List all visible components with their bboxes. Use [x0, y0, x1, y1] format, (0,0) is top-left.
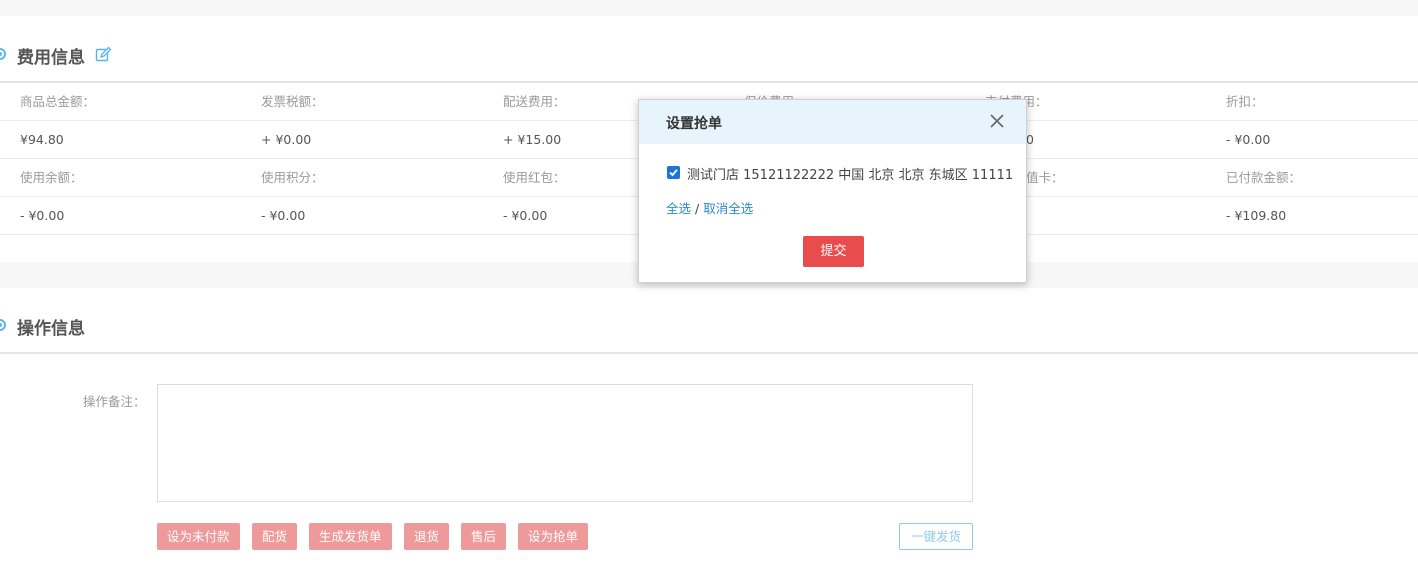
store-option-label[interactable]: 测试门店 15121122222 中国 北京 北京 东城区 11111	[687, 164, 1013, 183]
after-sales-button[interactable]: 售后	[461, 523, 507, 550]
note-label: 操作备注：	[83, 394, 146, 409]
return-button[interactable]: 退货	[404, 523, 450, 550]
fee-label: 使用余额：	[20, 170, 83, 185]
fee-label: 配送费用：	[503, 94, 566, 109]
note-textarea[interactable]	[157, 384, 973, 502]
fee-value: - ¥0.00	[503, 208, 548, 223]
fee-value: + ¥15.00	[503, 132, 562, 147]
set-grab-order-button[interactable]: 设为抢单	[518, 523, 589, 550]
fee-value-partial-payment: 0	[1026, 132, 1034, 147]
fee-value: - ¥0.00	[1226, 132, 1271, 147]
modal-header: 设置抢单	[639, 100, 1026, 144]
edit-icon[interactable]	[95, 46, 112, 63]
fee-label: 折扣：	[1226, 94, 1264, 109]
op-section-title: 操作信息	[17, 319, 85, 339]
select-all-link[interactable]: 全选	[666, 201, 691, 216]
fee-section-header: 费用信息	[0, 34, 1418, 74]
fee-label: 使用红包：	[503, 170, 566, 185]
allocate-button[interactable]: 配货	[252, 523, 298, 550]
fee-label: 已付款金额：	[1226, 170, 1302, 185]
store-checkbox[interactable]	[667, 166, 680, 179]
op-section-header: 操作信息	[0, 305, 1418, 345]
fee-value: - ¥0.00	[20, 208, 65, 223]
section-bullet-icon	[0, 48, 6, 60]
section-bullet-icon	[0, 319, 6, 331]
fee-value: - ¥0.00	[261, 208, 306, 223]
deselect-all-link[interactable]: 取消全选	[703, 201, 753, 216]
fee-value: ¥94.80	[20, 132, 64, 147]
one-click-ship-button[interactable]: 一键发货	[899, 523, 973, 550]
fee-value: + ¥0.00	[261, 132, 312, 147]
grab-order-modal: 设置抢单 测试门店 15121122222 中国 北京 北京 东城区 11111…	[638, 99, 1027, 283]
submit-button[interactable]: 提交	[803, 236, 864, 267]
close-icon[interactable]	[988, 112, 1006, 130]
select-links: 全选 / 取消全选	[666, 198, 753, 217]
create-shipping-order-button[interactable]: 生成发货单	[309, 523, 392, 550]
op-divider	[0, 352, 1418, 354]
fee-section-title: 费用信息	[17, 48, 85, 68]
fee-label-partial-card: 值卡：	[1026, 170, 1064, 185]
modal-title: 设置抢单	[666, 116, 722, 132]
fee-label: 发票税额：	[261, 94, 324, 109]
set-unpaid-button[interactable]: 设为未付款	[157, 523, 240, 550]
link-separator: /	[691, 201, 704, 216]
fee-label: 商品总金额：	[20, 94, 96, 109]
fee-value: - ¥109.80	[1226, 208, 1287, 223]
top-band	[0, 0, 1418, 16]
fee-label: 使用积分：	[261, 170, 324, 185]
